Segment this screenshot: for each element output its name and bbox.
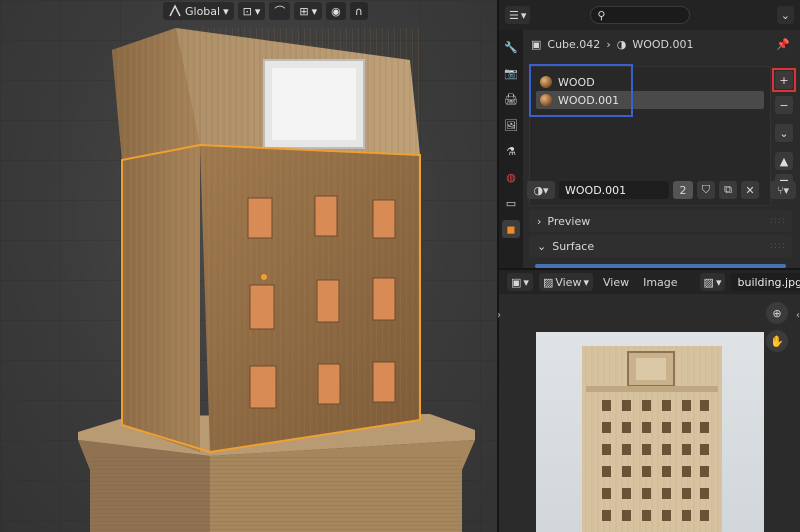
fake-user-icon[interactable]: ⛉ [697,181,715,199]
magnet-icon: ⌒ [274,5,286,18]
image-editor: ▣▾ ▨ View ▾ View Image ▨▾ building.jpg [497,270,800,532]
editor-type-dropdown[interactable]: ▣ ▾ [507,273,533,291]
chevron-down-icon: ▾ [254,4,261,18]
pivot-icon: ⊡ [242,4,252,18]
annotation-highlight-red: + [772,68,796,92]
image-menu[interactable]: Image [639,276,681,289]
image-name-field[interactable]: building.jpg [731,273,800,291]
viewport-header: Global ▾ ⊡ ▾ ⌒ ⊞ ▾ ◉ ∩ [0,0,497,22]
properties-editor: ☰ ▾ ⚲ ⌄ 🔧 📷 🖨 🖼 ⚗ ◍ ▭ ◼ ▣ Cube.042 › ◑ WO… [499,0,800,268]
preview-panel-header[interactable]: › Preview :::: [529,210,792,232]
remove-material-slot-button[interactable]: − [775,96,793,114]
image-editor-header: ▣ ▾ ▨ View ▾ View Image ▨ ▾ building.jpg [499,270,800,294]
add-material-slot-button[interactable]: + [775,71,793,89]
view-layer-tab-icon[interactable]: 🖼 [502,116,520,134]
zoom-icon[interactable]: ⊕ [766,302,788,324]
material-slot-label: WOOD.001 [558,93,620,107]
slot-side-buttons: + − ⌄ ▲ ▼ [772,68,796,192]
proportional-editing-toggle[interactable]: ◉ [326,2,346,20]
chevron-down-icon: ▾ [520,8,527,22]
breadcrumb-material: WOOD.001 [632,37,694,51]
tool-tab-icon[interactable]: 🔧 [502,38,520,56]
node-link-dropdown[interactable]: ⑂▾ [770,181,796,199]
material-sphere-icon [540,76,552,88]
expand-sidebar-icon[interactable]: › [497,310,501,321]
material-slot-wood[interactable]: WOOD [536,73,764,91]
material-slot-wood-001[interactable]: WOOD.001 [536,91,764,109]
collapse-sidebar-icon[interactable]: ‹ [796,310,800,321]
drag-handle-icon[interactable]: :::: [770,216,786,226]
view-mode-dropdown[interactable]: ▨ View ▾ [538,273,593,291]
material-icon: ◑▾ [533,183,549,197]
breadcrumb-object: Cube.042 [547,37,601,51]
drag-handle-icon[interactable]: :::: [770,241,786,251]
building-photo-drawing [582,346,722,532]
move-slot-up-button[interactable]: ▲ [775,152,793,170]
wooden-building-model[interactable] [0,0,497,532]
properties-editor-icon: ☰ [509,8,519,22]
properties-tabs: 🔧 📷 🖨 🖼 ⚗ ◍ ▭ ◼ [499,30,523,268]
properties-search-field[interactable]: ⚲ [590,6,691,24]
view-mode-label: View [555,275,582,289]
material-sphere-icon [540,94,552,106]
slot-specials-dropdown[interactable]: ⌄ [775,124,793,142]
snap-toggle[interactable]: ⌒ [269,2,291,20]
transform-orientation-label: Global [185,4,221,18]
material-datablock-row: ◑▾ WOOD.001 2 ⛉ ⧉ ✕ ⑂▾ [527,180,796,200]
snap-target-dropdown[interactable]: ⊞ ▾ [294,2,323,20]
falloff-curve-icon: ∩ [354,4,363,18]
output-tab-icon[interactable]: 🖨 [502,90,520,108]
render-tab-icon[interactable]: 📷 [502,64,520,82]
editor-type-dropdown[interactable]: ☰ ▾ [505,6,531,24]
surface-panel-header[interactable]: ⌄ Surface :::: [529,235,792,257]
browse-material-dropdown[interactable]: ◑▾ [527,181,555,199]
collection-tab-icon[interactable]: ▭ [502,194,520,212]
surface-panel-label: Surface [552,239,595,253]
chevron-down-icon: ▾ [523,275,529,289]
chevron-down-icon: ▾ [715,275,722,289]
world-tab-icon[interactable]: ◍ [502,168,520,186]
object-tab-icon[interactable]: ◼ [502,220,520,238]
breadcrumb: ▣ Cube.042 › ◑ WOOD.001 📌 [527,30,796,58]
chevron-down-icon: ▾ [583,275,589,289]
transform-orientation-dropdown[interactable]: Global ▾ [163,2,234,20]
pivot-point-dropdown[interactable]: ⊡ ▾ [237,2,266,20]
material-name-field[interactable]: WOOD.001 [559,181,669,199]
user-count-badge[interactable]: 2 [673,181,693,199]
scene-tab-icon[interactable]: ⚗ [502,142,520,160]
chevron-right-icon: › [537,214,542,228]
chevron-down-icon: ⌄ [537,239,547,253]
view-menu[interactable]: View [599,276,633,289]
image-editor-icon: ▣ [511,275,522,289]
3d-viewport[interactable]: Global ▾ ⊡ ▾ ⌒ ⊞ ▾ ◉ ∩ [0,0,497,532]
material-slot-label: WOOD [558,75,595,89]
search-icon: ⚲ [597,8,606,22]
options-dropdown[interactable]: ⌄ [776,6,794,24]
pan-hand-icon[interactable]: ✋ [766,330,788,352]
preview-panel-label: Preview [547,214,591,228]
image-canvas[interactable]: ⊕ ✋ › ‹ [497,294,800,532]
duplicate-material-icon[interactable]: ⧉ [719,181,737,199]
chevron-down-icon: ▾ [311,4,318,18]
image-icon: ▨ [703,275,714,289]
proportional-editing-icon: ◉ [331,4,341,18]
material-properties: ▣ Cube.042 › ◑ WOOD.001 📌 WOOD WOOD.001 … [527,30,796,268]
pin-icon[interactable]: 📌 [776,38,790,51]
chevron-down-icon: ⌄ [780,8,790,22]
image-icon: ▨ [542,275,554,289]
falloff-dropdown[interactable]: ∩ [349,2,368,20]
browse-image-dropdown[interactable]: ▨ ▾ [699,273,726,291]
building-photo [536,332,764,532]
breadcrumb-separator-icon: › [606,37,611,51]
unlink-material-icon[interactable]: ✕ [741,181,759,199]
object-icon: ▣ [531,37,542,51]
chevron-down-icon: ▾ [223,4,229,18]
material-icon: ◑ [616,37,627,51]
orientation-icon [168,4,182,18]
snap-grid-icon: ⊞ [299,4,309,18]
properties-header: ☰ ▾ ⚲ ⌄ [499,0,800,30]
